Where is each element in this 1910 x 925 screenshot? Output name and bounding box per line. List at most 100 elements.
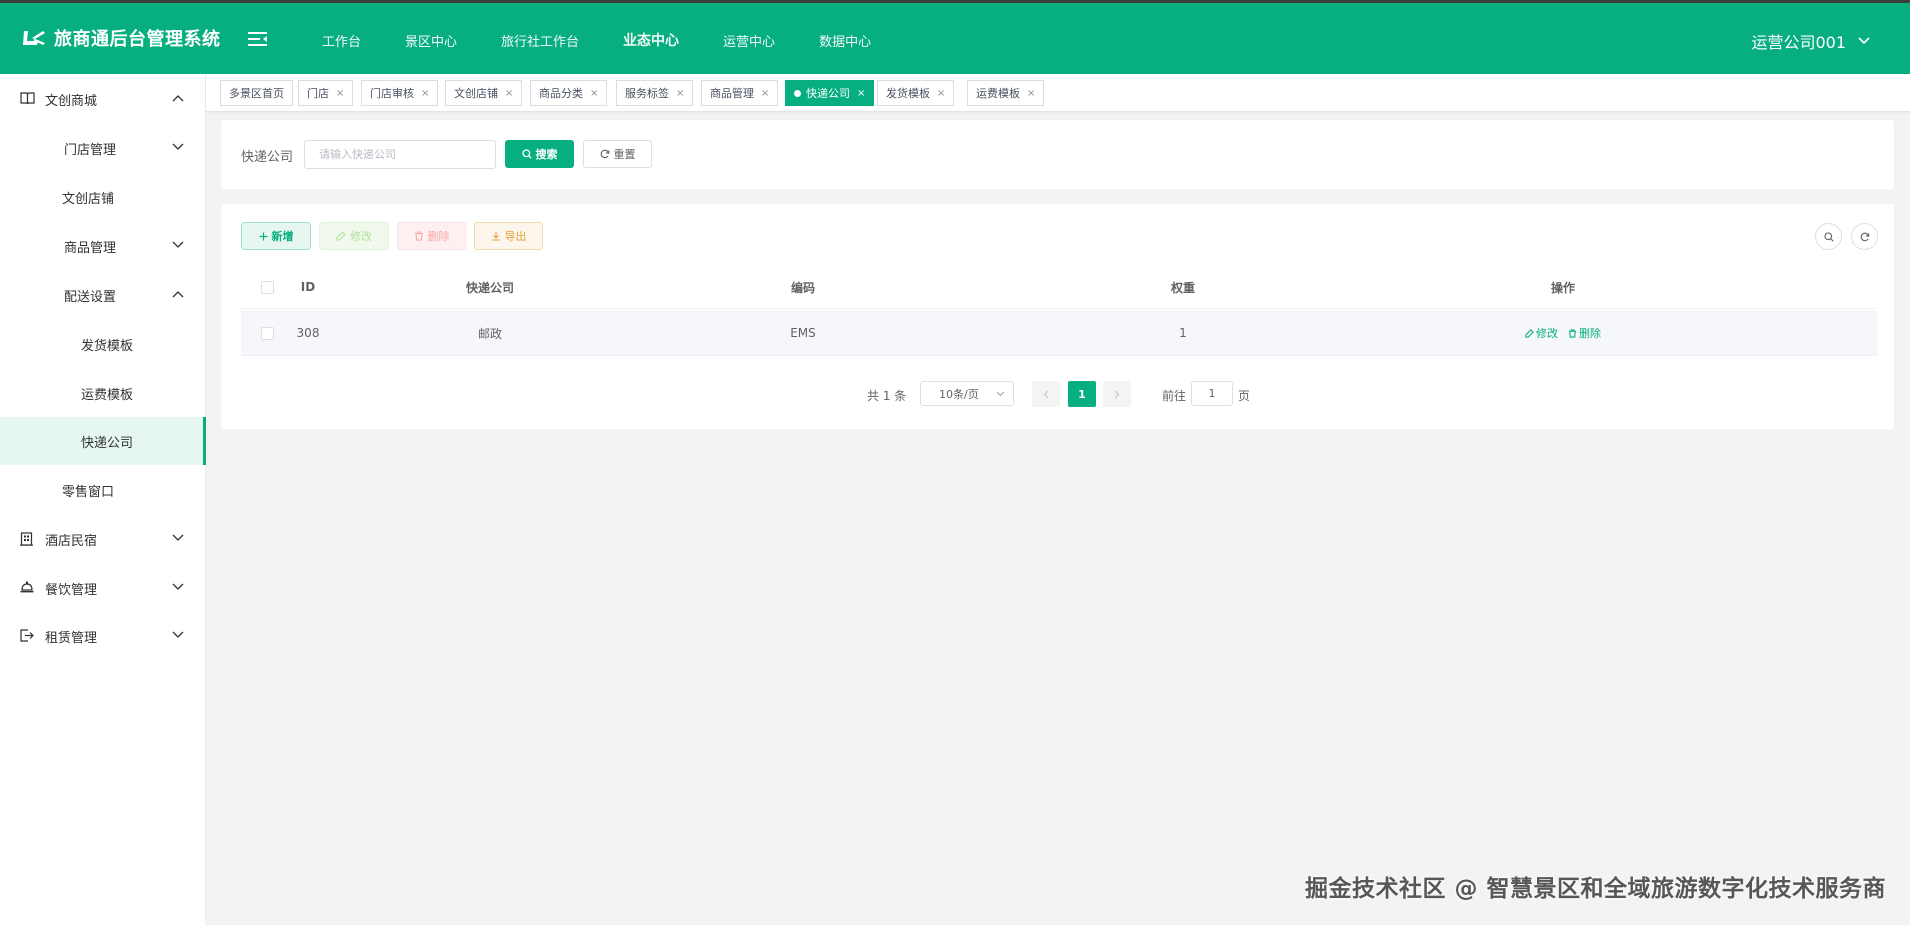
tab-courier-company[interactable]: 快递公司 × xyxy=(785,80,875,106)
exit-icon xyxy=(20,629,34,642)
close-icon[interactable]: × xyxy=(505,88,513,99)
next-page-button[interactable] xyxy=(1103,381,1131,407)
sidebar-item-leasing[interactable]: 租赁管理 xyxy=(0,612,206,660)
sidebar-item-hotel[interactable]: 酒店民宿 xyxy=(0,515,206,563)
sidebar-item-catering[interactable]: 餐饮管理 xyxy=(0,564,206,612)
sidebar-item-delivery-settings[interactable]: 配送设置 xyxy=(0,271,206,319)
sidebar-item-courier-company[interactable]: 快递公司 xyxy=(0,417,206,465)
row-delete-link[interactable]: 删除 xyxy=(1568,325,1601,341)
chevron-left-icon xyxy=(1043,390,1049,398)
bell-icon xyxy=(20,581,34,593)
export-button-label: 导出 xyxy=(504,230,527,243)
tab-label: 门店审核 xyxy=(370,87,414,100)
topnav-data-center[interactable]: 数据中心 xyxy=(797,31,893,50)
sidebar-item-product-management[interactable]: 商品管理 xyxy=(0,222,206,270)
sidebar-item-label: 租赁管理 xyxy=(45,630,98,646)
sidebar-item-label: 酒店民宿 xyxy=(45,533,98,549)
search-button[interactable]: 搜索 xyxy=(505,140,574,168)
prev-page-button[interactable] xyxy=(1032,381,1060,407)
reset-button[interactable]: 重置 xyxy=(583,140,652,168)
refresh-button[interactable] xyxy=(1851,223,1878,250)
toggle-search-button[interactable] xyxy=(1815,223,1842,250)
sidebar-item-retail-window[interactable]: 零售窗口 xyxy=(0,466,206,514)
top-nav: 工作台 景区中心 旅行社工作台 业态中心 运营中心 数据中心 xyxy=(300,3,893,77)
sidebar-item-cultural-shop[interactable]: 文创店铺 xyxy=(0,173,206,221)
chevron-right-icon xyxy=(1114,390,1120,398)
close-icon[interactable]: × xyxy=(421,88,429,99)
add-button-label: 新增 xyxy=(271,230,294,243)
sidebar-item-label: 商品管理 xyxy=(64,240,117,256)
sidebar-item-label: 零售窗口 xyxy=(62,484,115,500)
pagination-total: 共 1 条 xyxy=(867,389,907,403)
menu-toggle-icon[interactable] xyxy=(248,31,268,51)
sidebar-item-freight-template[interactable]: 运费模板 xyxy=(0,369,206,417)
close-icon[interactable]: × xyxy=(761,88,769,99)
user-menu[interactable]: 运营公司001 xyxy=(1751,29,1870,53)
sidebar-item-shipping-template[interactable]: 发货模板 xyxy=(0,320,206,368)
search-icon xyxy=(1823,231,1834,242)
tab-store-review[interactable]: 门店审核 × xyxy=(361,80,439,106)
tab-label: 门店 xyxy=(307,87,329,100)
tab-freight-template[interactable]: 运费模板 × xyxy=(967,80,1045,106)
add-button[interactable]: 新增 xyxy=(241,222,311,250)
select-all-cell xyxy=(241,265,293,309)
edit-icon xyxy=(1525,328,1534,338)
select-all-checkbox[interactable] xyxy=(260,280,274,294)
row-edit-link[interactable]: 修改 xyxy=(1525,325,1558,341)
table-panel: 新增 修改 删除 导出 ID 快递公司 编码 权重 操作 308 邮政 EMS … xyxy=(221,204,1894,429)
cell-weight: 1 xyxy=(1179,326,1187,340)
edit-icon xyxy=(336,231,346,241)
search-button-label: 搜索 xyxy=(535,148,558,161)
tab-product-category[interactable]: 商品分类 × xyxy=(530,80,608,106)
app-logo[interactable]: 旅商通后台管理系统 xyxy=(22,25,221,51)
pagination: 共 1 条 10条/页 1 前往 页 xyxy=(221,380,1894,408)
topnav-scenic-center[interactable]: 景区中心 xyxy=(383,31,479,50)
active-dot-icon xyxy=(794,89,801,97)
tab-label: 商品管理 xyxy=(710,87,754,100)
close-icon[interactable]: × xyxy=(590,88,598,99)
logo-icon xyxy=(23,31,45,45)
close-icon[interactable]: × xyxy=(676,88,684,99)
close-icon[interactable]: × xyxy=(857,88,865,99)
tab-shipping-template[interactable]: 发货模板 × xyxy=(877,80,955,106)
tab-label: 文创店铺 xyxy=(454,87,498,100)
tab-product-management[interactable]: 商品管理 × xyxy=(701,80,779,106)
sidebar-item-store-management[interactable]: 门店管理 xyxy=(0,124,206,172)
tabs-bar: 多景区首页 门店 × 门店审核 × 文创店铺 × 商品分类 × 服务标签 × 商… xyxy=(206,74,1910,112)
courier-search-input[interactable] xyxy=(304,140,496,169)
close-icon[interactable]: × xyxy=(1027,88,1035,99)
column-header-code: 编码 xyxy=(790,280,815,295)
row-checkbox[interactable] xyxy=(260,326,274,340)
chevron-down-icon xyxy=(172,143,184,150)
top-header: 旅商通后台管理系统 工作台 景区中心 旅行社工作台 业态中心 运营中心 数据中心… xyxy=(0,0,1910,74)
tab-cultural-shop[interactable]: 文创店铺 × xyxy=(445,80,523,106)
goto-page-input[interactable] xyxy=(1191,381,1233,406)
topnav-travel-agency[interactable]: 旅行社工作台 xyxy=(479,31,601,50)
cell-company: 邮政 xyxy=(477,326,502,341)
tab-store[interactable]: 门店 × xyxy=(298,80,354,106)
topnav-operations-center[interactable]: 运营中心 xyxy=(701,31,797,50)
page-number-1[interactable]: 1 xyxy=(1068,381,1096,407)
table-row[interactable]: 308 邮政 EMS 1 修改 删除 xyxy=(241,310,1877,356)
edit-button-label: 修改 xyxy=(350,230,372,243)
chevron-down-icon xyxy=(172,583,184,590)
column-header-id: ID xyxy=(300,280,316,294)
sidebar-item-label: 餐饮管理 xyxy=(45,582,98,598)
sidebar-item-label: 门店管理 xyxy=(64,142,117,158)
download-icon xyxy=(491,232,500,241)
close-icon[interactable]: × xyxy=(937,88,945,99)
tab-service-tags[interactable]: 服务标签 × xyxy=(616,80,694,106)
close-icon[interactable]: × xyxy=(336,88,344,99)
row-delete-label: 删除 xyxy=(1579,327,1601,340)
tab-home[interactable]: 多景区首页 xyxy=(220,80,293,106)
cell-id: 308 xyxy=(296,326,320,340)
sidebar-item-cultural-mall[interactable]: 文创商城 xyxy=(0,75,206,123)
tab-label: 发货模板 xyxy=(886,87,930,100)
chevron-down-icon xyxy=(172,534,184,541)
export-button[interactable]: 导出 xyxy=(474,222,543,250)
topnav-workbench[interactable]: 工作台 xyxy=(300,31,383,50)
edit-button[interactable]: 修改 xyxy=(319,222,389,250)
page-size-select[interactable]: 10条/页 xyxy=(920,381,1014,406)
topnav-business-center[interactable]: 业态中心 xyxy=(601,30,701,50)
delete-button[interactable]: 删除 xyxy=(397,222,466,250)
